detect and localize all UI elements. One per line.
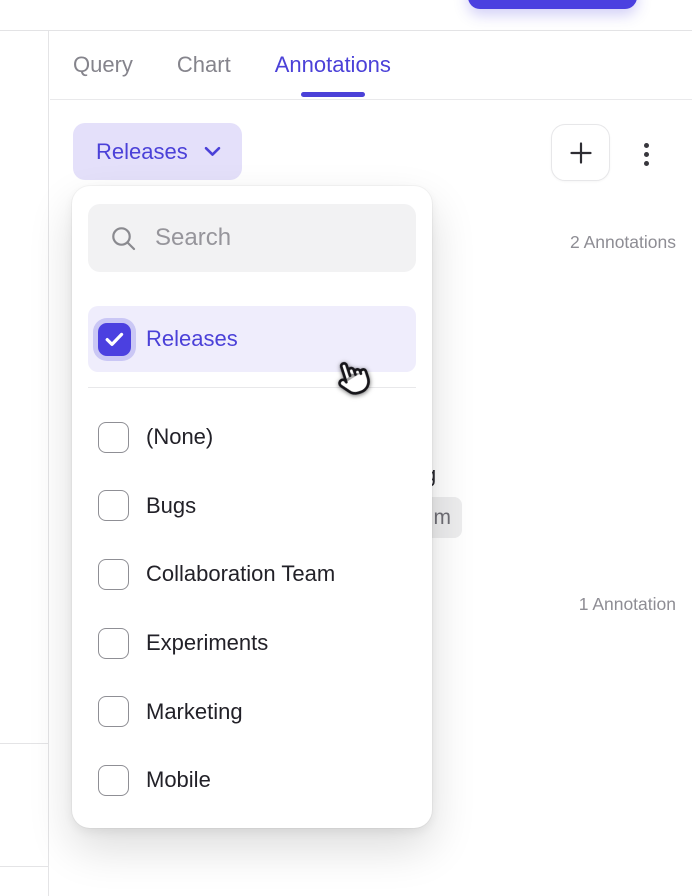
- primary-button-partial[interactable]: [468, 0, 637, 9]
- kebab-dot: [644, 143, 649, 148]
- search-box[interactable]: [88, 204, 416, 272]
- releases-dropdown-panel: Releases (None) Bugs Collaboration Team …: [72, 186, 432, 828]
- option-label: Releases: [146, 326, 238, 352]
- option-label: Collaboration Team: [146, 561, 335, 587]
- kebab-dot: [644, 161, 649, 166]
- filter-button-label: Releases: [96, 139, 204, 165]
- releases-filter-button[interactable]: Releases: [73, 123, 242, 180]
- tab-query[interactable]: Query: [73, 31, 133, 100]
- plus-icon: [567, 139, 595, 167]
- option-row-none[interactable]: (None): [88, 403, 416, 472]
- option-label: (None): [146, 424, 213, 450]
- chevron-down-icon: [204, 146, 221, 157]
- active-tab-indicator: [301, 92, 365, 97]
- option-list: (None) Bugs Collaboration Team Experimen…: [88, 403, 416, 815]
- add-annotation-button[interactable]: [551, 124, 610, 181]
- search-icon: [110, 225, 137, 252]
- tab-chart[interactable]: Chart: [177, 31, 231, 100]
- tab-label: Query: [73, 52, 133, 78]
- annotations-page: Query Chart Annotations Releases 2 Annot…: [0, 0, 692, 896]
- option-row-mobile[interactable]: Mobile: [88, 746, 416, 815]
- sidebar-divider: [0, 743, 49, 744]
- annotation-count-bottom: 1 Annotation: [579, 594, 676, 615]
- tab-bar: Query Chart Annotations: [50, 31, 692, 100]
- search-input[interactable]: [155, 224, 398, 252]
- checkmark-icon: [105, 332, 124, 347]
- left-sidebar: [0, 31, 49, 896]
- option-row-marketing[interactable]: Marketing: [88, 677, 416, 746]
- option-row-bugs[interactable]: Bugs: [88, 472, 416, 541]
- sidebar-divider: [0, 866, 49, 867]
- option-row-collaboration-team[interactable]: Collaboration Team: [88, 540, 416, 609]
- option-label: Experiments: [146, 630, 268, 656]
- checkbox-unchecked[interactable]: [98, 422, 129, 453]
- checkbox-unchecked[interactable]: [98, 490, 129, 521]
- checkbox-unchecked[interactable]: [98, 696, 129, 727]
- tab-label: Chart: [177, 52, 231, 78]
- option-label: Mobile: [146, 767, 211, 793]
- top-bar: [0, 0, 692, 31]
- tab-label: Annotations: [275, 52, 391, 78]
- option-label: Bugs: [146, 493, 196, 519]
- option-row-experiments[interactable]: Experiments: [88, 609, 416, 678]
- option-label: Marketing: [146, 699, 243, 725]
- option-row-releases[interactable]: Releases: [88, 306, 416, 372]
- dropdown-divider: [88, 387, 416, 388]
- checkbox-unchecked[interactable]: [98, 765, 129, 796]
- annotation-count-top: 2 Annotations: [570, 232, 676, 253]
- checkbox-checked[interactable]: [98, 323, 131, 356]
- more-options-button[interactable]: [638, 138, 654, 170]
- checkbox-unchecked[interactable]: [98, 559, 129, 590]
- checkbox-unchecked[interactable]: [98, 628, 129, 659]
- tab-annotations[interactable]: Annotations: [275, 31, 391, 100]
- kebab-dot: [644, 152, 649, 157]
